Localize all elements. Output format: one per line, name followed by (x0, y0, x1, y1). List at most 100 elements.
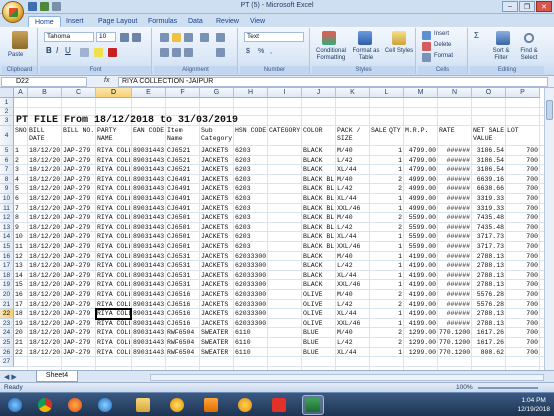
row-header-2[interactable]: 2 (0, 108, 14, 116)
column-header-c[interactable]: C (62, 88, 96, 98)
data-cell[interactable]: 6638.66 (473, 184, 504, 194)
data-cell[interactable]: 18 (15, 309, 26, 319)
data-cell[interactable]: XXL/46 (337, 319, 368, 329)
row-header-18[interactable]: 18 (0, 270, 14, 281)
column-header-h[interactable]: H (234, 88, 268, 98)
data-cell[interactable]: JACKETS (201, 280, 232, 290)
data-cell[interactable]: L/42 (337, 223, 368, 233)
data-cell[interactable]: 700 (507, 242, 538, 252)
data-cell[interactable]: 2 (371, 290, 402, 300)
data-cell[interactable]: 890314434 (133, 309, 164, 319)
data-cell[interactable]: 18/12/201 (29, 204, 60, 214)
data-cell[interactable]: CJ6521 (167, 146, 198, 156)
data-cell[interactable]: 890314434 (133, 280, 164, 290)
data-cell[interactable]: 6203 (235, 223, 266, 233)
data-cell[interactable]: JAP-279 (63, 309, 94, 319)
data-cell[interactable]: 18/12/201 (29, 213, 60, 223)
wrap-text-icon[interactable] (216, 33, 225, 42)
data-cell[interactable]: 18/12/201 (29, 156, 60, 166)
data-cell[interactable]: 21 (15, 338, 26, 348)
column-header-k[interactable]: K (336, 88, 370, 98)
delete-label[interactable]: Delete (434, 42, 451, 48)
data-cell[interactable]: 2788.13 (473, 252, 504, 262)
data-cell[interactable]: 62033300 (235, 271, 266, 281)
paste-label[interactable]: Paste (8, 52, 23, 58)
data-cell[interactable]: 9 (15, 223, 26, 233)
data-cell[interactable]: 5 (15, 184, 26, 194)
data-cell[interactable]: 6110 (235, 328, 266, 338)
data-cell[interactable]: 20 (15, 328, 26, 338)
data-cell[interactable]: BLACK (303, 156, 334, 166)
data-cell[interactable]: 890314434 (133, 300, 164, 310)
data-cell[interactable]: JAP-279 (63, 300, 94, 310)
data-cell[interactable]: M/40 (337, 213, 368, 223)
data-cell[interactable]: 890314434 (133, 242, 164, 252)
data-cell[interactable]: XL/44 (337, 309, 368, 319)
data-cell[interactable]: 808.62 (473, 348, 504, 358)
format-icon[interactable] (422, 53, 431, 62)
office-button[interactable] (2, 1, 24, 23)
data-cell[interactable]: 3717.73 (473, 242, 504, 252)
row-header-12[interactable]: 12 (0, 213, 14, 223)
data-cell[interactable]: ###### (439, 271, 470, 281)
align-right-icon[interactable] (184, 48, 193, 57)
row-header-15[interactable]: 15 (0, 242, 14, 252)
data-cell[interactable]: XXL/46 (337, 204, 368, 214)
data-cell[interactable]: 1 (371, 261, 402, 271)
data-cell[interactable]: 2 (371, 213, 402, 223)
row-header-1[interactable]: 1 (0, 98, 14, 108)
conditional-formatting-icon[interactable] (322, 31, 336, 45)
data-cell[interactable]: 1 (371, 232, 402, 242)
data-cell[interactable]: L/42 (337, 184, 368, 194)
restore-button[interactable]: ❐ (519, 1, 535, 12)
data-cell[interactable]: RIYA COLL (97, 156, 130, 166)
data-cell[interactable]: RIYA COLL (97, 290, 130, 300)
data-cell[interactable]: JACKETS (201, 156, 232, 166)
data-cell[interactable]: 700 (507, 156, 538, 166)
data-cell[interactable]: 7435.48 (473, 223, 504, 233)
data-cell[interactable]: 890314434 (133, 213, 164, 223)
data-cell[interactable]: L/42 (337, 156, 368, 166)
data-cell[interactable]: ###### (439, 184, 470, 194)
data-cell[interactable]: 18/12/201 (29, 194, 60, 204)
data-cell[interactable]: ###### (439, 175, 470, 185)
data-cell[interactable]: RIYA COLL (97, 319, 130, 329)
data-cell[interactable]: RIYA COLL (97, 242, 130, 252)
data-cell[interactable]: BLUE (303, 328, 334, 338)
data-cell[interactable]: 890314434 (133, 175, 164, 185)
header-cell[interactable]: M.R.P. (405, 127, 437, 145)
data-cell[interactable]: 700 (507, 252, 538, 262)
tab-review[interactable]: Review (210, 16, 245, 27)
data-cell[interactable]: 62033300 (235, 290, 266, 300)
data-cell[interactable]: RIYA COLL (97, 252, 130, 262)
data-cell[interactable]: 6203 (235, 156, 266, 166)
data-cell[interactable]: 890314434 (133, 223, 164, 233)
data-cell[interactable]: ###### (439, 156, 470, 166)
data-cell[interactable]: JACKETS (201, 261, 232, 271)
data-cell[interactable]: 1 (371, 242, 402, 252)
data-cell[interactable]: JAP-279 (63, 232, 94, 242)
column-header-g[interactable]: G (200, 88, 234, 98)
data-cell[interactable]: 18/12/201 (29, 328, 60, 338)
header-cell[interactable]: Item Name (167, 127, 199, 145)
data-cell[interactable]: 890314434 (133, 165, 164, 175)
data-cell[interactable]: 3186.54 (473, 146, 504, 156)
data-cell[interactable]: 18/12/201 (29, 165, 60, 175)
data-cell[interactable]: JACKETS (201, 204, 232, 214)
data-cell[interactable]: 2 (371, 184, 402, 194)
font-size-combo[interactable]: 10 (96, 32, 116, 42)
header-cell[interactable]: Sub Category (201, 127, 233, 145)
minimize-button[interactable]: – (502, 1, 518, 12)
column-header-i[interactable]: I (268, 88, 302, 98)
borders-icon[interactable] (80, 48, 89, 57)
cell-styles-label[interactable]: Cell Styles (384, 48, 414, 55)
scrollbar-thumb[interactable] (546, 100, 553, 120)
data-cell[interactable]: RIYA COLL (97, 213, 130, 223)
data-cell[interactable]: JACKETS (201, 213, 232, 223)
data-cell[interactable]: 4199.00 (405, 280, 436, 290)
data-cell[interactable]: 700 (507, 348, 538, 358)
select-all-corner[interactable] (0, 88, 14, 98)
data-cell[interactable]: 4199.00 (405, 271, 436, 281)
data-cell[interactable]: 4999.00 (405, 194, 436, 204)
data-cell[interactable]: 2788.13 (473, 309, 504, 319)
